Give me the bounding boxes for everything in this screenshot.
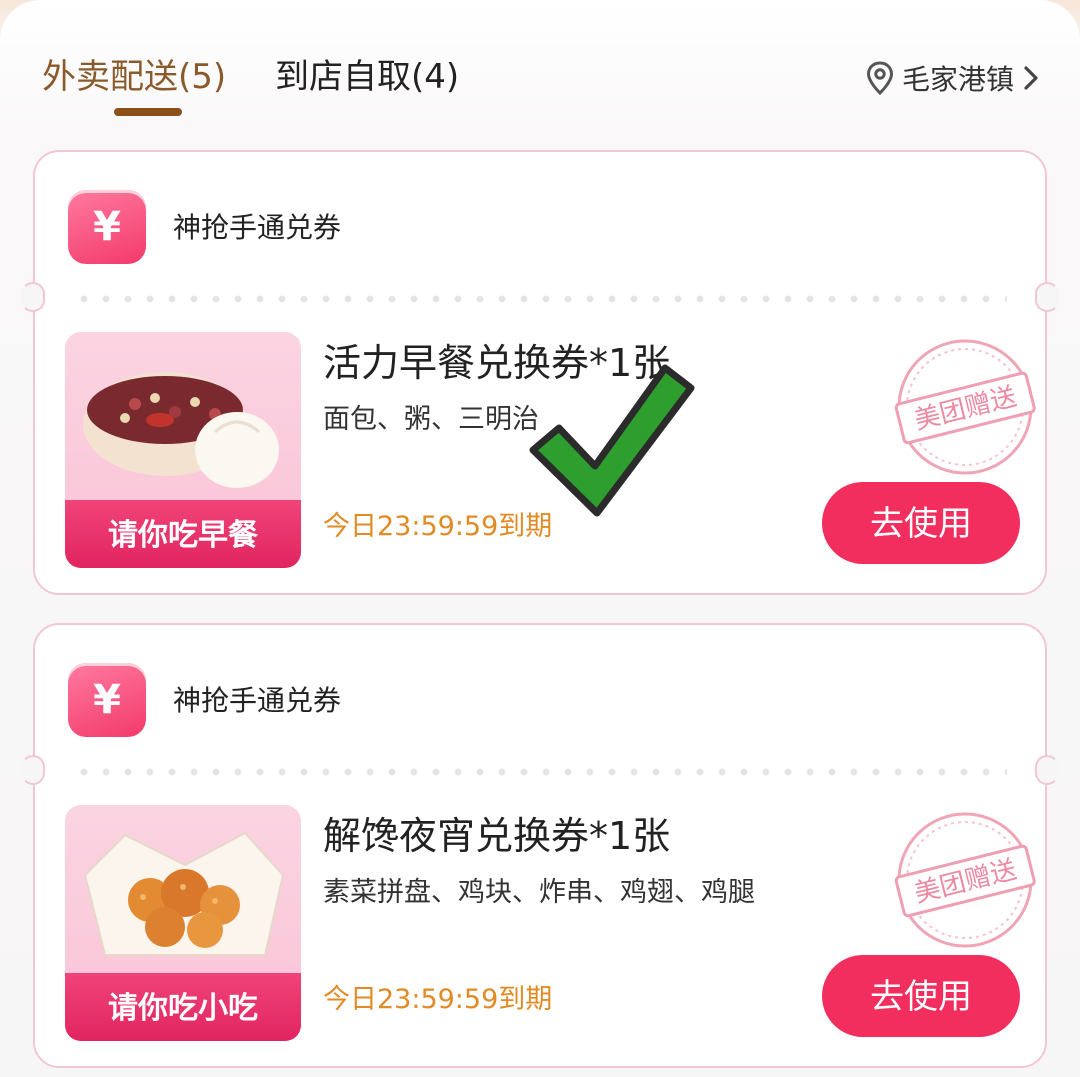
ticket-notch [21,282,45,312]
dotted-divider [73,295,1007,303]
checkmark-icon [529,364,695,517]
ticket-notch [21,755,45,785]
use-button[interactable]: 去使用 [822,955,1020,1037]
coupon-card: ¥ 神抢手通兑券 请你吃小吃 解馋夜宵兑换券*1张 素菜拼盘、鸡块、炸串、鸡翅、… [21,623,1059,1068]
ticket-notch [1035,755,1059,785]
coupon-image-banner: 请你吃早餐 [65,500,301,568]
porridge-bowl-image [83,372,279,488]
tab-pickup[interactable]: 到店自取(4) [275,52,459,102]
location-label: 毛家港镇 [901,63,1014,96]
yen-icon: ¥ [68,663,146,737]
coupon-subtitle: 素菜拼盘、鸡块、炸串、鸡翅、鸡腿 [323,877,755,908]
ticket-notch [1035,282,1059,312]
coupon-image-banner: 请你吃小吃 [65,973,301,1041]
coupon-panel: 外卖配送(5) 到店自取(4) 毛家港镇 ¥ 神抢手通兑券 请你吃早餐 活力早餐… [0,0,1080,1077]
chevron-right-icon [1024,66,1038,90]
meituan-gift-stamp: 美团赠送 [894,339,1036,475]
coupon-title: 解馋夜宵兑换券*1张 [323,814,671,858]
tab-delivery[interactable]: 外卖配送(5) [42,52,226,102]
chicken-nuggets-image [83,831,285,956]
yen-icon: ¥ [68,190,146,264]
coupon-type-label: 神抢手通兑券 [173,684,342,717]
use-button[interactable]: 去使用 [822,482,1020,564]
coupon-subtitle: 面包、粥、三明治 [323,404,539,435]
location-selector[interactable]: 毛家港镇 [866,58,1040,98]
coupon-expiry: 今日23:59:59到期 [323,984,553,1015]
coupon-image: 请你吃小吃 [65,805,301,1041]
meituan-gift-stamp: 美团赠送 [894,812,1036,948]
coupon-image: 请你吃早餐 [65,332,301,568]
dotted-divider [73,768,1007,776]
active-tab-indicator [114,108,182,116]
coupon-type-label: 神抢手通兑券 [173,211,342,244]
location-pin-icon [866,61,893,95]
